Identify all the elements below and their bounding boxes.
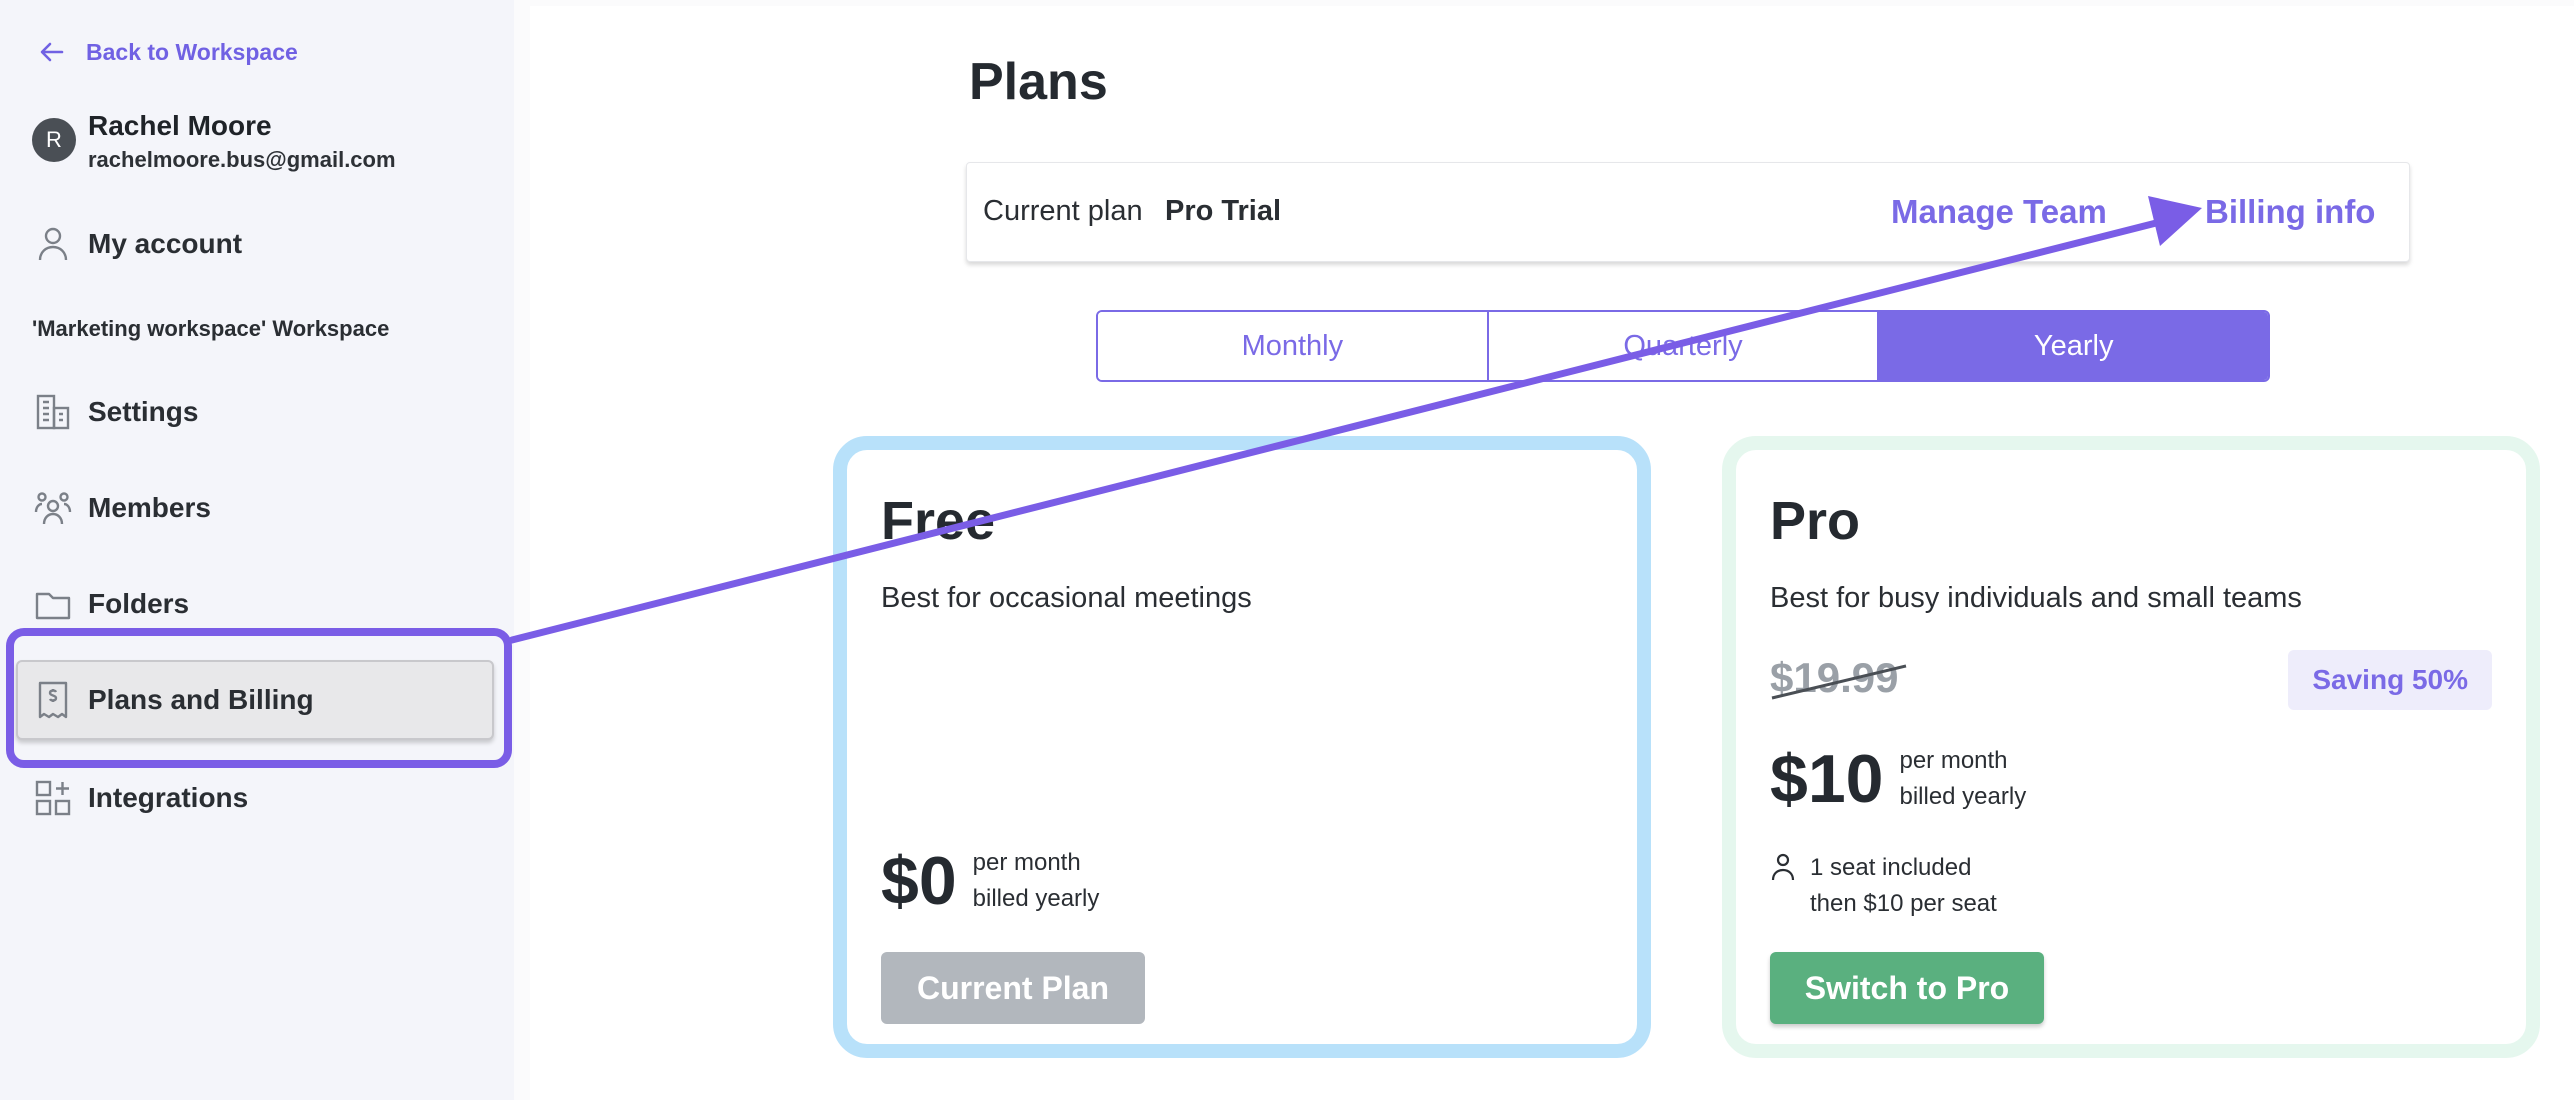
grid-plus-icon [35, 780, 71, 816]
building-icon [36, 394, 70, 430]
annotation-highlight-box [6, 628, 512, 768]
back-to-workspace-link[interactable]: Back to Workspace [38, 38, 298, 66]
page-title: Plans [969, 53, 1108, 111]
period-yearly-tab[interactable]: Yearly [1877, 312, 2268, 380]
manage-team-link[interactable]: Manage Team [1891, 193, 2107, 231]
sidebar-item-members[interactable]: Members [34, 488, 211, 528]
current-plan-bar: Current plan Pro Trial Manage Team Billi… [966, 162, 2410, 262]
plan-price: $10 [1770, 741, 1884, 817]
user-name: Rachel Moore [88, 110, 272, 141]
user-email: rachelmoore.bus@gmail.com [88, 147, 396, 172]
free-plan-card: Free Best for occasional meetings $0 per… [833, 436, 1651, 1058]
price-row: $0 per month billed yearly [881, 842, 1099, 920]
billing-info-link[interactable]: Billing info [2205, 193, 2375, 231]
price-billing: billed yearly [972, 885, 1100, 912]
user-icon [1771, 853, 1795, 881]
plan-description: Best for occasional meetings [881, 582, 1252, 614]
current-plan-label: Current plan [983, 195, 1143, 227]
sidebar-item-label: My account [88, 228, 243, 259]
members-icon [34, 492, 72, 525]
price-period: per month [972, 849, 1081, 876]
arrow-left-icon [40, 42, 64, 62]
sidebar-item-label: Settings [88, 396, 199, 427]
sidebar-item-label: Folders [88, 588, 190, 619]
workspace-label: 'Marketing workspace' Workspace [32, 316, 390, 341]
user-profile: R Rachel Moore rachelmoore.bus@gmail.com [32, 108, 396, 176]
price-row: $10 per month billed yearly [1770, 740, 2026, 818]
sidebar-item-label: Integrations [88, 782, 249, 813]
plan-name: Free [881, 491, 996, 551]
sidebar-item-label: Members [88, 492, 211, 523]
strikethrough-line [1771, 664, 1907, 700]
sidebar-item-folders[interactable]: Folders [34, 584, 189, 624]
current-plan-value: Pro Trial [1165, 195, 1282, 227]
plan-name: Pro [1770, 491, 1861, 551]
period-monthly-tab[interactable]: Monthly [1098, 312, 1487, 380]
sidebar-item-settings[interactable]: Settings [34, 392, 198, 432]
plan-description: Best for busy individuals and small team… [1770, 582, 2302, 614]
current-plan-button[interactable]: Current Plan [881, 952, 1145, 1024]
saving-badge: Saving 50% [2288, 650, 2492, 710]
billing-period-toggle: Monthly Quarterly Yearly [1096, 310, 2270, 382]
price-billing: billed yearly [1899, 783, 2027, 810]
period-quarterly-tab[interactable]: Quarterly [1486, 312, 1878, 380]
sidebar-item-integrations[interactable]: Integrations [34, 778, 248, 818]
back-link-label: Back to Workspace [86, 38, 298, 65]
seat-info: 1 seat included then $10 per seat [1770, 850, 1997, 922]
user-icon [38, 227, 68, 261]
sidebar: Back to Workspace R Rachel Moore rachelm… [0, 0, 514, 1100]
seat-price: then $10 per seat [1810, 890, 1997, 917]
seat-included: 1 seat included [1810, 854, 1972, 881]
sidebar-item-my-account[interactable]: My account [34, 224, 242, 264]
avatar: R [32, 118, 76, 162]
switch-to-pro-button[interactable]: Switch to Pro [1770, 952, 2044, 1024]
folder-icon [35, 592, 71, 620]
plan-price: $0 [881, 843, 957, 919]
pro-plan-card: Pro Best for busy individuals and small … [1722, 436, 2540, 1058]
price-period: per month [1899, 747, 2008, 774]
